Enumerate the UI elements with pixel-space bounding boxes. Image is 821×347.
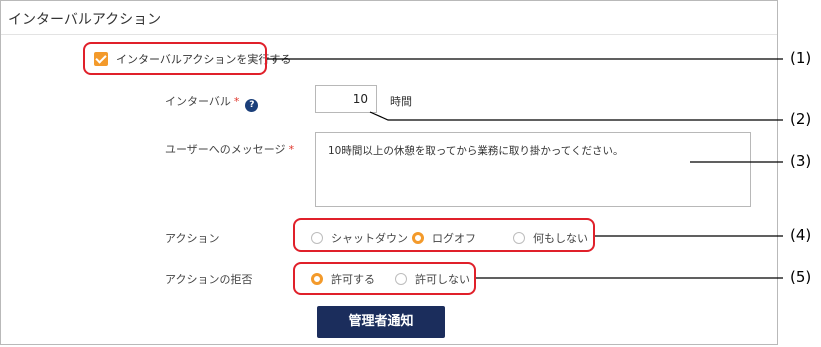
callout-number-5: (5): [790, 268, 812, 286]
callout-leader-lines: [267, 58, 783, 279]
callout-number-1: (1): [790, 49, 812, 67]
callout-number-4: (4): [790, 226, 812, 244]
callout-number-3: (3): [790, 152, 812, 170]
callout-number-2: (2): [790, 110, 812, 128]
